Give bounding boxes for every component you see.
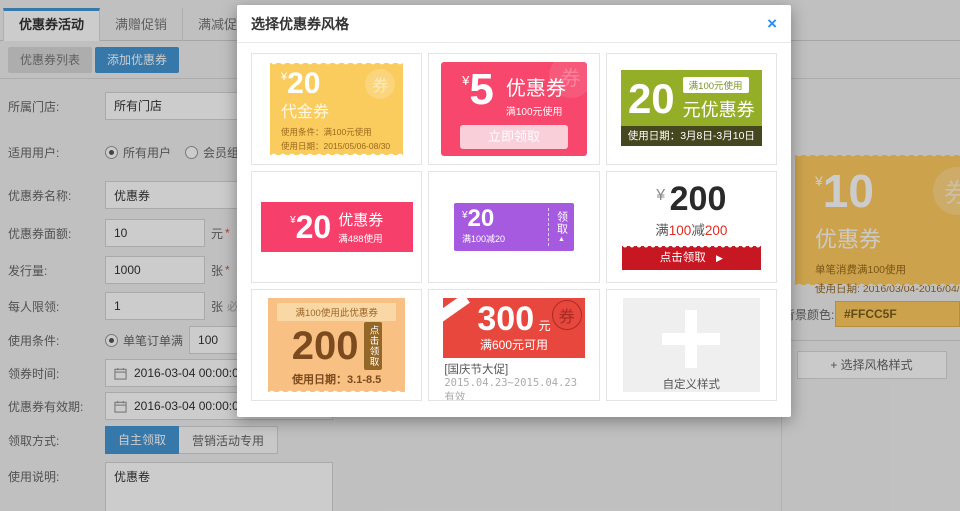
coupon-condition: 满488使用 [338, 231, 383, 245]
currency-symbol: ¥ [656, 187, 665, 204]
coupon-condition: 满100元使用 [506, 103, 566, 118]
claim-now-button[interactable]: 立即领取 [460, 125, 568, 149]
stamp-glyph: 券 [561, 62, 581, 91]
condition-badge: 满100元使用 [683, 77, 749, 93]
amount-group: ¥ 20 满100减20 [454, 203, 548, 251]
coupon-style-rose-band[interactable]: ¥ 20 优惠券 满488使用 [251, 171, 422, 283]
coupon-title: 优惠券 [338, 209, 383, 230]
condition-number: 200 [705, 223, 728, 238]
coupon-art: ¥ 200 满100减200 点击领取 ▶ [607, 172, 776, 282]
coupon-style-purple[interactable]: ¥ 20 满100减20 领取 ▲ [428, 171, 599, 283]
title-group: 满100元使用 元优惠券 [683, 76, 755, 122]
condition-text: 减 [691, 223, 705, 238]
modal-title: 选择优惠券风格 [251, 14, 349, 34]
claim-vertical-button[interactable]: 点击领取 [364, 322, 382, 370]
claim-label: 点击领取 [660, 252, 706, 264]
modal-header: 选择优惠券风格 × [237, 5, 791, 43]
coupon-style-200[interactable]: ¥ 200 满100减200 点击领取 ▶ [606, 171, 777, 283]
condition-number: 100 [669, 223, 692, 238]
coupon-condition: 满600元可用 [443, 336, 584, 353]
coupon-style-red-300[interactable]: 券 300 元 满600元可用 [国庆节大促] 2015.04.23~2015.… [428, 289, 599, 401]
coupon-condition: 满100减20 [462, 232, 548, 245]
coupon-art: 20 满100元使用 元优惠券 使用日期：3月8日-3月10日 [621, 70, 762, 146]
coupon-band: ¥ 20 满100减20 领取 ▲ [454, 203, 574, 251]
currency-symbol: ¥ [462, 73, 469, 111]
amount-value: 300 [477, 300, 534, 338]
amount-value: 20 [628, 80, 675, 118]
amount-value: 200 [292, 327, 359, 365]
amount-group: ¥ 20 [290, 213, 331, 242]
promo-name: [国庆节大促] [444, 361, 583, 377]
amount-unit: 元 [539, 319, 551, 333]
triangle-up-icon: ▲ [558, 236, 565, 243]
coupon-art: 满100使用此优惠券 200 点击领取 使用日期：3.1-8.5 [268, 298, 405, 392]
coupon-art: 券 ¥ 20 代金券 使用条件：满100元使用 使用日期：2015/05/06-… [270, 63, 403, 155]
coupon-style-olive[interactable]: 20 满100元使用 元优惠券 使用日期：3月8日-3月10日 [606, 53, 777, 165]
coupon-art: 券 ¥ 5 优惠券 满100元使用 立即领取 [441, 62, 586, 156]
amount-group: ¥ 5 [462, 69, 494, 111]
coupon-red-block: 券 300 元 满600元可用 [443, 298, 584, 358]
coupon-admin-page: 优惠券活动 满赠促销 满减促销 抢购 优惠券列表 添加优惠券 所属门店: 所有门… [0, 0, 960, 511]
coupon-condition: 使用条件：满100元使用 [281, 126, 392, 138]
amount-value: 200 [670, 180, 727, 218]
amount-value: 20 [468, 208, 495, 231]
coupon-art: ¥ 20 满100减20 领取 ▲ [429, 172, 598, 282]
perforation-edge [270, 62, 403, 69]
coupon-stamp-icon: 券 [552, 300, 582, 330]
triangle-right-icon: ▶ [716, 253, 723, 263]
coupon-art: 自定义样式 [623, 298, 760, 392]
amount-value: 5 [469, 69, 493, 111]
coupon-band: ¥ 20 优惠券 满488使用 [261, 202, 413, 252]
coupon-style-modal: 选择优惠券风格 × 券 ¥ 20 代金券 使用条件：满100元使用 使用日期：2… [237, 5, 791, 417]
perforation-edge [270, 149, 403, 156]
coupon-art: ¥ 20 优惠券 满488使用 [252, 172, 421, 282]
stamp-glyph: 券 [372, 72, 388, 96]
coupon-title: 代金券 [281, 98, 392, 122]
coupon-condition: 满100减200 [607, 219, 776, 239]
perforation-edge [268, 386, 405, 393]
amount-row: ¥ 200 [607, 182, 776, 216]
coupon-header: 满100使用此优惠券 [277, 303, 396, 321]
close-icon[interactable]: × [767, 15, 777, 32]
coupon-date: 使用日期：3.1-8.5 [277, 371, 396, 387]
amount-value: 20 [296, 213, 332, 242]
coupon-title: 元优惠券 [683, 96, 755, 122]
coupon-note-block: [国庆节大促] 2015.04.23~2015.04.23有效 [443, 358, 584, 401]
coupon-style-grid: 券 ¥ 20 代金券 使用条件：满100元使用 使用日期：2015/05/06-… [237, 43, 791, 411]
amount-value: 20 [287, 70, 320, 97]
claim-label: 领取 [553, 211, 569, 235]
coupon-style-pink[interactable]: 券 ¥ 5 优惠券 满100元使用 立即领取 [428, 53, 599, 165]
stamp-glyph: 券 [559, 303, 575, 327]
claim-button[interactable]: 点击领取 ▶ [622, 246, 761, 270]
coupon-style-custom[interactable]: 自定义样式 [606, 289, 777, 401]
title-group: 优惠券 满488使用 [338, 209, 383, 245]
validity-range: 2015.04.23~2015.04.23有效 [444, 377, 583, 401]
coupon-style-orange[interactable]: 满100使用此优惠券 200 点击领取 使用日期：3.1-8.5 [251, 289, 422, 401]
amount-row: ¥ 20 [462, 208, 548, 231]
coupon-art: 券 300 元 满600元可用 [国庆节大促] 2015.04.23~2015.… [443, 298, 584, 392]
custom-style-label: 自定义样式 [663, 376, 721, 392]
coupon-style-yellow-stamp[interactable]: 券 ¥ 20 代金券 使用条件：满100元使用 使用日期：2015/05/06-… [251, 53, 422, 165]
coupon-stamp-icon: 券 [549, 54, 593, 98]
claim-tab: 领取 ▲ [549, 203, 574, 251]
condition-text: 满 [655, 223, 669, 238]
plus-icon [662, 310, 720, 368]
amount-row: 20 满100元使用 元优惠券 [621, 70, 762, 122]
coupon-date-bar: 使用日期：3月8日-3月10日 [621, 126, 762, 146]
scallop-edge [622, 245, 761, 249]
amount-row: 200 点击领取 [277, 322, 396, 370]
